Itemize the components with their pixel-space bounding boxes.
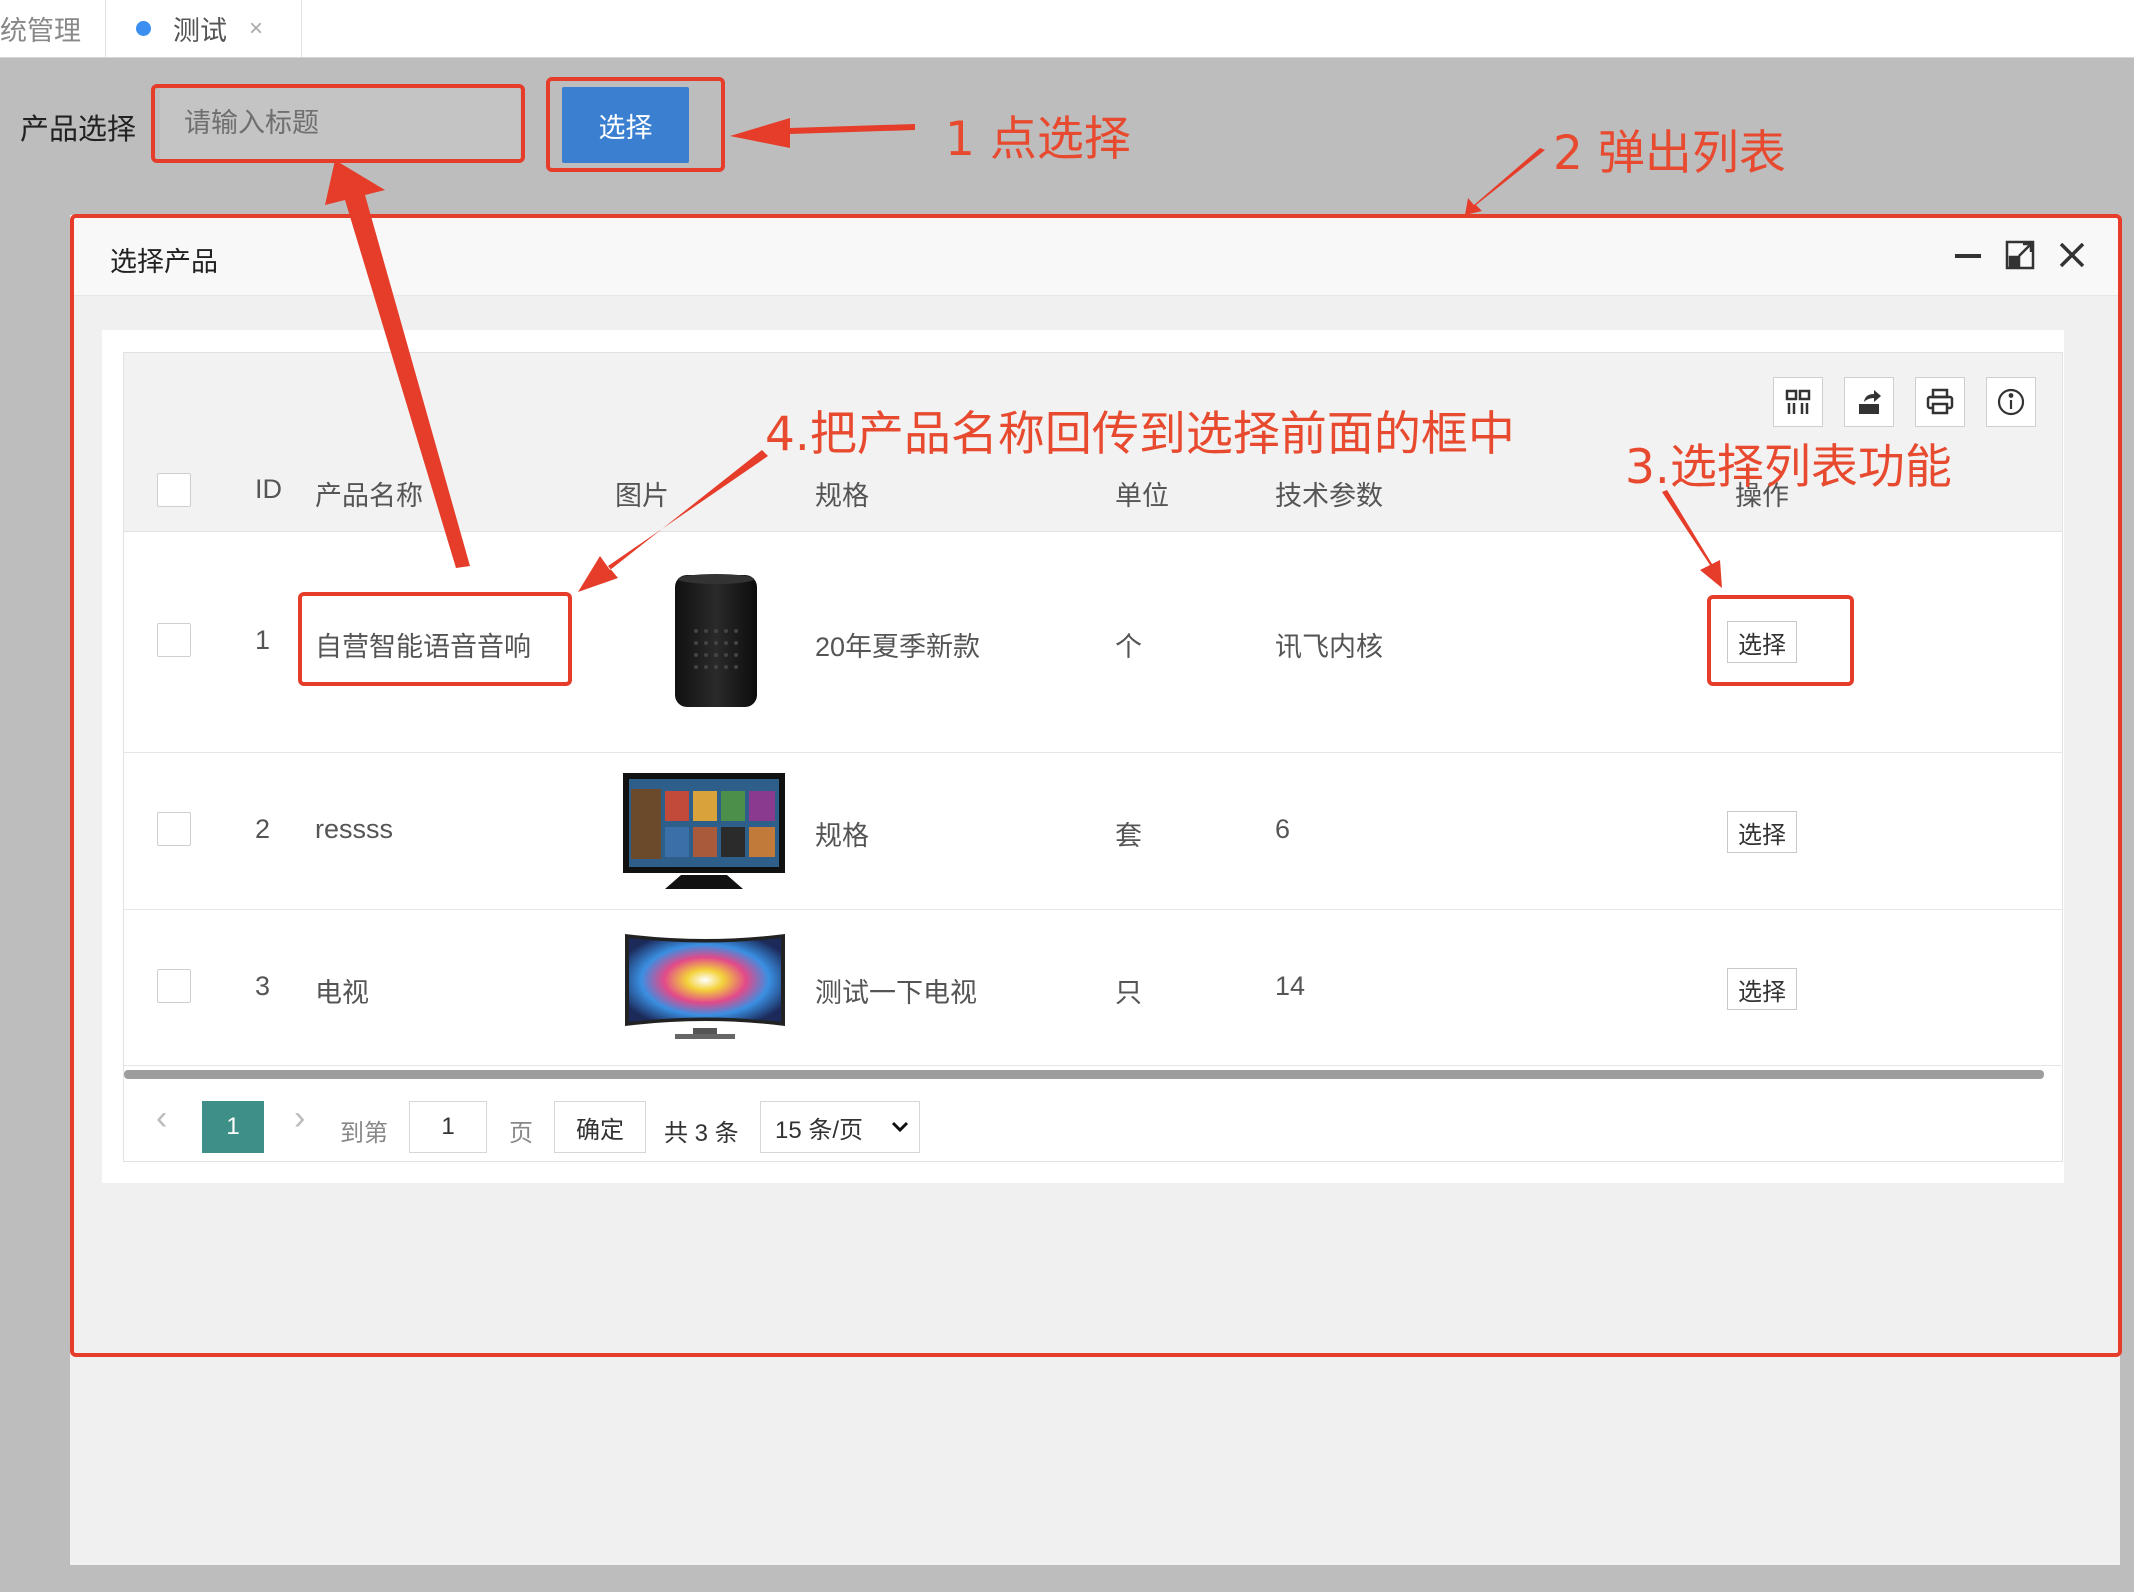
- annotation-step1: 1 点选择: [945, 112, 1131, 167]
- annotation-step4: 4.把产品名称回传到选择前面的框中: [765, 407, 1515, 462]
- annotation-arrows: [325, 118, 1722, 592]
- annotation-step3: 3.选择列表功能: [1625, 440, 1952, 495]
- annotation-step2: 2 弹出列表: [1553, 126, 1786, 181]
